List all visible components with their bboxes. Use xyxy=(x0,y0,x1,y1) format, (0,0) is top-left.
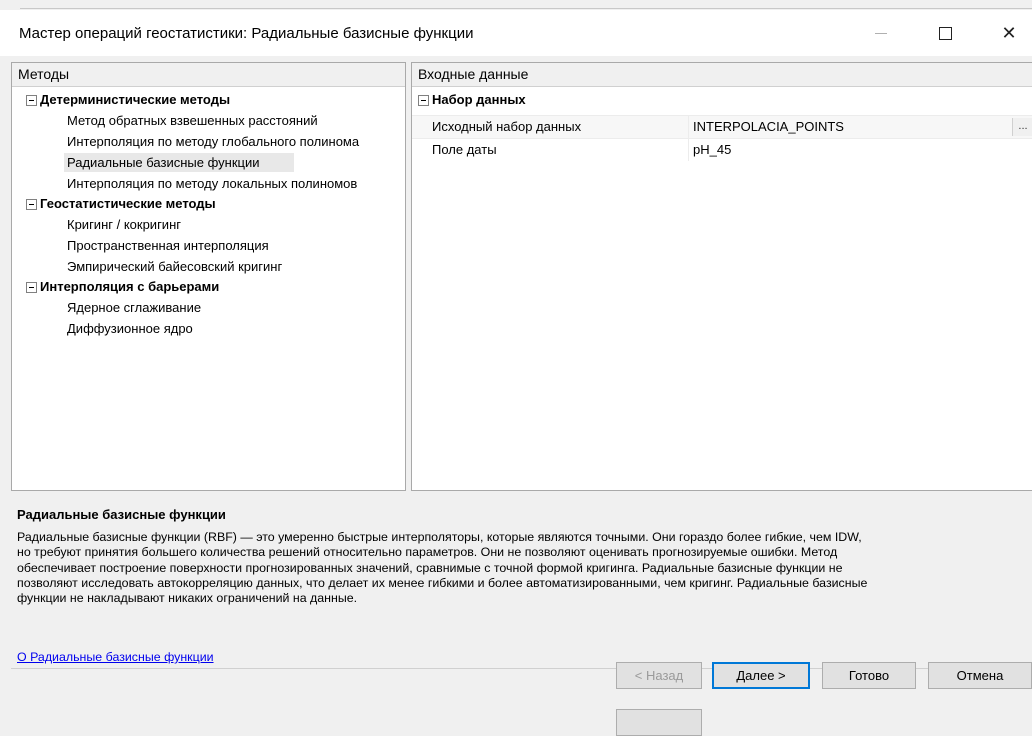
cancel-button[interactable]: Отмена xyxy=(928,662,1032,689)
next-button[interactable]: Далее > xyxy=(712,662,810,689)
back-button-alt[interactable] xyxy=(616,709,702,736)
back-button-visible[interactable]: < Назад xyxy=(616,662,702,689)
wizard-buttons: < Назад Далее > Готово Отмена xyxy=(0,0,1032,689)
finish-button[interactable]: Готово xyxy=(822,662,916,689)
